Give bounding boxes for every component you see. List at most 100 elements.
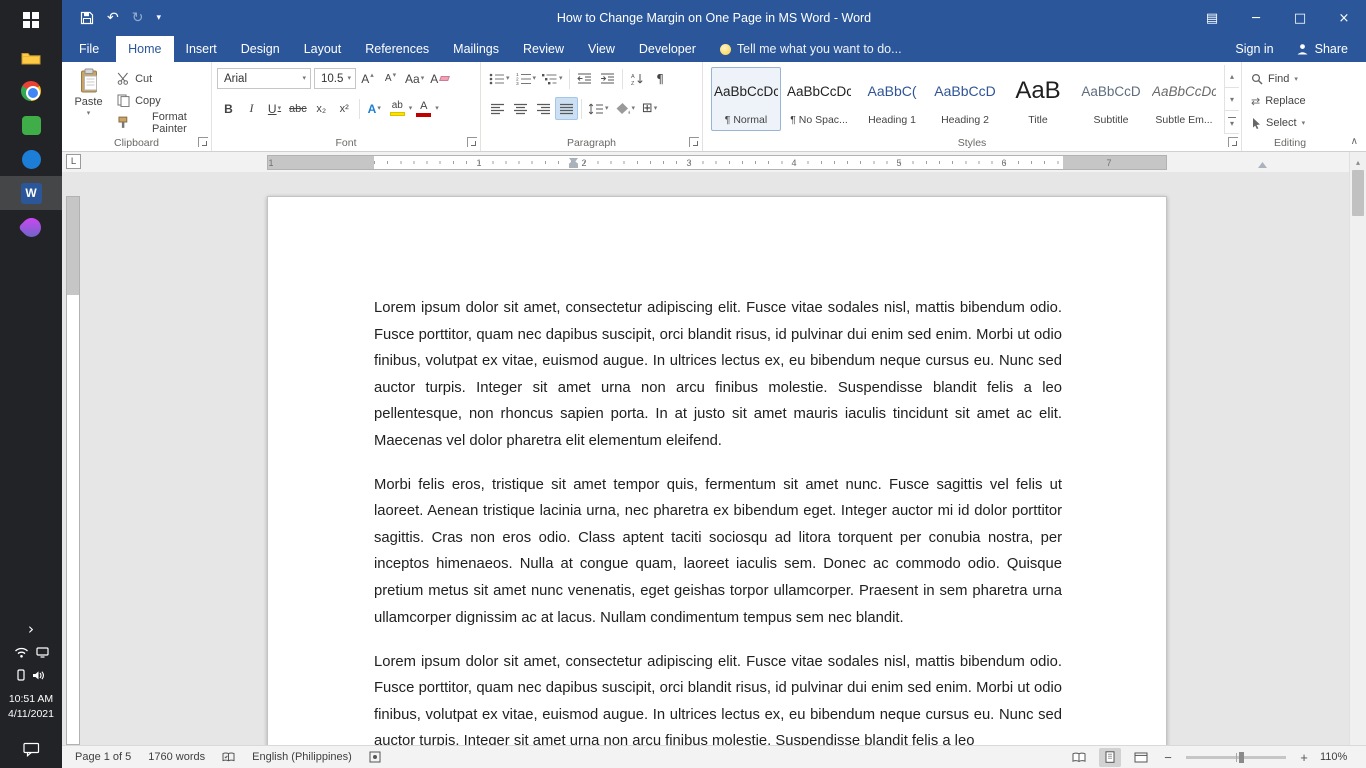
language-indicator[interactable]: English (Philippines) xyxy=(252,751,352,763)
tell-me-box[interactable]: Tell me what you want to do... xyxy=(720,36,902,62)
paragraph[interactable]: Lorem ipsum dolor sit amet, consectetur … xyxy=(374,295,1062,454)
web-layout-button[interactable] xyxy=(1130,748,1152,767)
superscript-button[interactable]: x² xyxy=(333,97,356,120)
shading-button[interactable]: ▾ xyxy=(612,97,639,120)
proofing-status-button[interactable] xyxy=(222,752,235,762)
borders-button[interactable]: ⊞▾ xyxy=(638,97,661,120)
find-button[interactable]: Find ▾ xyxy=(1248,70,1332,88)
cut-button[interactable]: Cut xyxy=(113,69,209,88)
bold-button[interactable]: B xyxy=(217,97,240,120)
align-center-button[interactable] xyxy=(509,97,532,120)
save-button[interactable] xyxy=(80,11,94,25)
tab-home[interactable]: Home xyxy=(116,36,173,62)
tab-developer[interactable]: Developer xyxy=(627,36,708,62)
word-count[interactable]: 1760 words xyxy=(148,751,205,763)
style-title[interactable]: AaB Title xyxy=(1003,67,1073,131)
zoom-slider-thumb[interactable] xyxy=(1239,752,1244,763)
taskbar-file-explorer[interactable] xyxy=(0,40,62,74)
print-layout-button[interactable] xyxy=(1099,748,1121,767)
grow-font-button[interactable]: A▴ xyxy=(356,67,379,90)
italic-button[interactable]: I xyxy=(240,97,263,120)
style-no-spacing[interactable]: AaBbCcDc ¶ No Spac... xyxy=(784,67,854,131)
zoom-slider[interactable] xyxy=(1186,756,1286,759)
style-normal[interactable]: AaBbCcDc ¶ Normal xyxy=(711,67,781,131)
zoom-level[interactable]: 110% xyxy=(1320,751,1356,763)
underline-button[interactable]: U▾ xyxy=(263,97,286,120)
text-effects-button[interactable]: A▾ xyxy=(363,97,386,120)
macro-recording-button[interactable] xyxy=(369,751,381,763)
line-spacing-button[interactable]: ▾ xyxy=(585,97,612,120)
style-heading-2[interactable]: AaBbCcD Heading 2 xyxy=(930,67,1000,131)
align-left-button[interactable] xyxy=(486,97,509,120)
minimize-button[interactable]: ─ xyxy=(1234,0,1278,36)
show-formatting-marks-button[interactable]: ¶ xyxy=(649,67,672,90)
copy-button[interactable]: Copy xyxy=(113,91,209,110)
style-subtle-emphasis[interactable]: AaBbCcDc Subtle Em... xyxy=(1149,67,1219,131)
change-case-button[interactable]: Aa▾ xyxy=(402,67,427,90)
tab-references[interactable]: References xyxy=(353,36,441,62)
collapse-ribbon-button[interactable]: ∧ xyxy=(1351,136,1358,147)
paragraph-dialog-launcher[interactable] xyxy=(689,137,699,147)
scrollbar-thumb[interactable] xyxy=(1352,170,1364,216)
phone-icon[interactable] xyxy=(17,669,25,681)
clear-formatting-button[interactable]: A xyxy=(427,67,452,90)
decrease-indent-button[interactable] xyxy=(573,67,596,90)
taskbar-chrome[interactable] xyxy=(0,74,62,108)
document-page[interactable]: Lorem ipsum dolor sit amet, consectetur … xyxy=(267,196,1167,745)
tab-design[interactable]: Design xyxy=(229,36,292,62)
show-hidden-icons-button[interactable]: › xyxy=(28,617,34,641)
highlight-color-button[interactable]: ab xyxy=(386,97,409,120)
volume-icon[interactable] xyxy=(32,670,45,681)
sign-in-button[interactable]: Sign in xyxy=(1235,42,1273,56)
wifi-icon[interactable] xyxy=(14,647,29,658)
clipboard-dialog-launcher[interactable] xyxy=(198,137,208,147)
tab-insert[interactable]: Insert xyxy=(174,36,229,62)
style-subtitle[interactable]: AaBbCcD Subtitle xyxy=(1076,67,1146,131)
shrink-font-button[interactable]: A▾ xyxy=(379,67,402,90)
tab-mailings[interactable]: Mailings xyxy=(441,36,511,62)
styles-dialog-launcher[interactable] xyxy=(1228,137,1238,147)
redo-button[interactable]: ↻ xyxy=(132,11,144,25)
customize-qat-button[interactable]: ▾ xyxy=(156,14,161,23)
tab-review[interactable]: Review xyxy=(511,36,576,62)
taskbar-clock[interactable]: 10:51 AM 4/11/2021 xyxy=(8,692,54,722)
styles-scroll-down-button[interactable]: ▾ xyxy=(1225,88,1239,111)
multilevel-list-button[interactable]: ▾ xyxy=(539,67,566,90)
tab-view[interactable]: View xyxy=(576,36,627,62)
select-button[interactable]: Select ▾ xyxy=(1248,114,1332,132)
increase-indent-button[interactable] xyxy=(596,67,619,90)
tab-file[interactable]: File xyxy=(62,36,116,62)
font-family-combo[interactable]: Arial ▾ xyxy=(217,68,311,89)
taskbar-paint3d[interactable] xyxy=(0,210,62,244)
style-heading-1[interactable]: AaBbC( Heading 1 xyxy=(857,67,927,131)
numbering-button[interactable]: 123 ▾ xyxy=(513,67,540,90)
font-size-combo[interactable]: 10.5 ▾ xyxy=(314,68,356,89)
replace-button[interactable]: ⇄ Replace xyxy=(1248,92,1332,110)
sort-button[interactable]: AZ xyxy=(626,67,649,90)
close-button[interactable]: × xyxy=(1322,0,1366,36)
action-center-button[interactable] xyxy=(0,734,62,764)
styles-more-button[interactable]: ▾ xyxy=(1225,111,1239,134)
undo-button[interactable]: ↶ xyxy=(107,11,119,25)
ribbon-display-options-button[interactable]: ▤ xyxy=(1190,0,1234,36)
strikethrough-button[interactable]: abc xyxy=(286,97,310,120)
font-dialog-launcher[interactable] xyxy=(467,137,477,147)
justify-button[interactable] xyxy=(555,97,578,120)
read-mode-button[interactable] xyxy=(1068,748,1090,767)
page-indicator[interactable]: Page 1 of 5 xyxy=(75,751,131,763)
font-color-button[interactable]: A xyxy=(412,97,435,120)
taskbar-app-blue[interactable] xyxy=(0,142,62,176)
taskbar-app-green[interactable] xyxy=(0,108,62,142)
maximize-button[interactable]: □ xyxy=(1278,0,1322,36)
zoom-in-button[interactable]: + xyxy=(1297,750,1311,765)
format-painter-button[interactable]: Format Painter xyxy=(113,113,209,132)
start-button[interactable] xyxy=(0,0,62,40)
taskbar-word[interactable]: W xyxy=(0,176,62,210)
tab-layout[interactable]: Layout xyxy=(292,36,354,62)
subscript-button[interactable]: x₂ xyxy=(310,97,333,120)
paste-button[interactable]: Paste ▾ xyxy=(64,65,113,134)
vertical-scrollbar[interactable]: ▴ ▾ xyxy=(1349,152,1366,745)
align-right-button[interactable] xyxy=(532,97,555,120)
paragraph[interactable]: Morbi felis eros, tristique sit amet tem… xyxy=(374,472,1062,631)
scroll-up-button[interactable]: ▴ xyxy=(1350,155,1366,171)
